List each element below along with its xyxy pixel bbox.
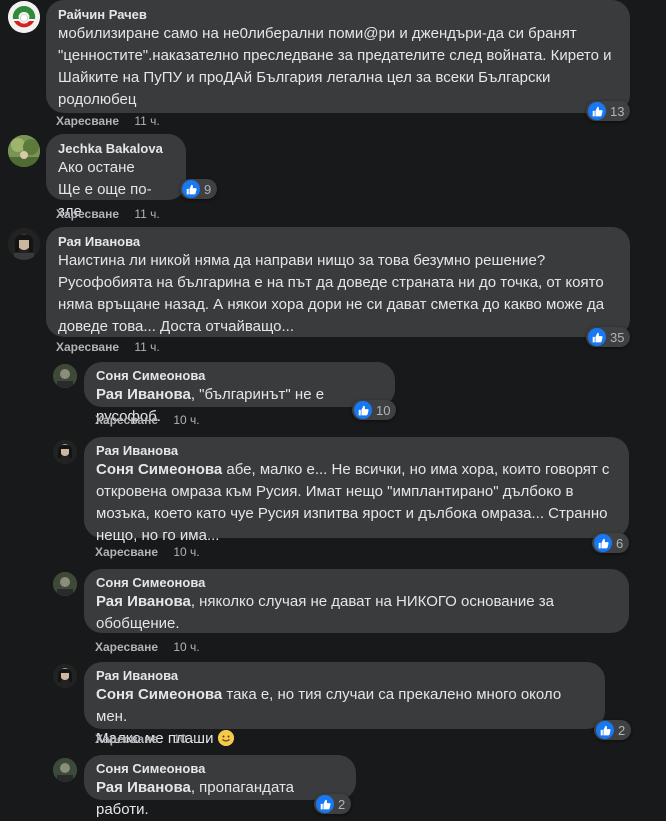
like-reaction-icon <box>316 795 334 813</box>
like-reaction-icon <box>596 721 614 739</box>
profile-photo-icon <box>53 664 77 688</box>
comment-actions: Харесване 11 ч. <box>56 114 160 128</box>
reply-author[interactable]: Рая Иванова <box>96 667 593 684</box>
comment-text: Наистина ли никой няма да направи нищо з… <box>58 252 605 335</box>
comment-bubble: Jechka Bakalova Ако остане Ще е още по-з… <box>46 134 186 220</box>
like-button[interactable]: Харесване <box>95 732 158 746</box>
reply-text: Соня Симеонова абе, малко е... Не всички… <box>96 461 610 544</box>
reply-text: Рая Иванова, пропагандата работи. <box>96 779 294 818</box>
like-button[interactable]: Харесване <box>95 545 158 559</box>
comment-author[interactable]: Райчин Рачев <box>58 6 618 23</box>
avatar[interactable] <box>53 572 77 596</box>
reply-bubble: Рая Иванова Соня Симеонова абе, малко е.… <box>84 437 629 544</box>
reply-author[interactable]: Соня Симеонова <box>96 574 617 591</box>
comment-actions: Харесване 11 ч. <box>56 340 160 354</box>
reply-actions: Харесване 10 ч. <box>95 640 200 654</box>
like-button[interactable]: Харесване <box>56 114 119 128</box>
reply-bubble: Соня Симеонова Рая Иванова, няколко случ… <box>84 569 629 633</box>
reaction-count[interactable]: 35 <box>586 327 631 347</box>
timestamp[interactable]: 11 ч. <box>134 207 159 221</box>
mention-link[interactable]: Соня Симеонова <box>96 686 222 703</box>
profile-photo-icon <box>53 758 77 782</box>
like-button[interactable]: Харесване <box>95 413 158 427</box>
like-button[interactable]: Харесване <box>56 340 119 354</box>
reaction-count[interactable]: 9 <box>180 179 218 199</box>
reaction-count[interactable]: 2 <box>594 720 632 740</box>
comment-author[interactable]: Jechka Bakalova <box>58 140 174 157</box>
reply-author[interactable]: Соня Симеонова <box>96 367 383 384</box>
timestamp[interactable]: 10 ч. <box>173 732 199 746</box>
timestamp[interactable]: 11 ч. <box>134 114 159 128</box>
reply-author[interactable]: Соня Симеонова <box>96 760 344 777</box>
profile-photo-icon <box>8 228 40 260</box>
avatar[interactable] <box>8 228 40 260</box>
profile-photo-icon <box>53 572 77 596</box>
comment-bubble: Райчин Рачев мобилизиране само на не0либ… <box>46 0 630 113</box>
avatar[interactable] <box>53 664 77 688</box>
like-reaction-icon <box>182 180 200 198</box>
profile-photo-icon <box>53 364 77 388</box>
avatar[interactable] <box>8 135 40 167</box>
avatar[interactable] <box>53 758 77 782</box>
comment-actions: Харесване 11 ч. <box>56 207 160 221</box>
reply-author[interactable]: Рая Иванова <box>96 442 617 459</box>
reaction-count[interactable]: 2 <box>314 794 352 814</box>
like-button[interactable]: Харесване <box>95 640 158 654</box>
timestamp[interactable]: 10 ч. <box>173 640 199 654</box>
reply-bubble: Соня Симеонова Рая Иванова, пропагандата… <box>84 755 356 818</box>
profile-photo-icon <box>53 440 77 464</box>
reaction-count[interactable]: 13 <box>586 101 631 121</box>
like-reaction-icon <box>588 102 606 120</box>
comment-author[interactable]: Рая Иванова <box>58 233 618 250</box>
logo-icon <box>8 1 40 33</box>
reply-actions: Харесване 10 ч. <box>95 732 200 746</box>
like-reaction-icon <box>594 534 612 552</box>
reply-bubble: Рая Иванова Соня Симеонова така е, но ти… <box>84 662 605 747</box>
reaction-count[interactable]: 6 <box>592 533 630 553</box>
comment-bubble: Рая Иванова Наистина ли никой няма да на… <box>46 227 630 337</box>
profile-photo-icon <box>8 135 40 167</box>
avatar[interactable] <box>8 1 40 33</box>
timestamp[interactable]: 10 ч. <box>173 545 199 559</box>
timestamp[interactable]: 11 ч. <box>134 340 159 354</box>
mention-link[interactable]: Рая Иванова <box>96 779 191 796</box>
mention-link[interactable]: Соня Симеонова <box>96 461 222 478</box>
like-reaction-icon <box>588 328 606 346</box>
mention-link[interactable]: Рая Иванова <box>96 386 191 403</box>
reply-text: Рая Иванова, няколко случая не дават на … <box>96 593 554 632</box>
avatar[interactable] <box>53 440 77 464</box>
slightly-smiling-face-emoji <box>217 730 234 746</box>
reply-actions: Харесване 10 ч. <box>95 545 200 559</box>
like-reaction-icon <box>354 401 372 419</box>
like-button[interactable]: Харесване <box>56 207 119 221</box>
timestamp[interactable]: 10 ч. <box>173 413 199 427</box>
comment-text: мобилизиране само на не0либерални поми@р… <box>58 25 612 108</box>
reaction-count[interactable]: 10 <box>352 400 397 420</box>
avatar[interactable] <box>53 364 77 388</box>
reply-bubble: Соня Симеонова Рая Иванова, "българинът"… <box>84 362 395 425</box>
mention-link[interactable]: Рая Иванова <box>96 593 191 610</box>
reply-actions: Харесване 10 ч. <box>95 413 200 427</box>
